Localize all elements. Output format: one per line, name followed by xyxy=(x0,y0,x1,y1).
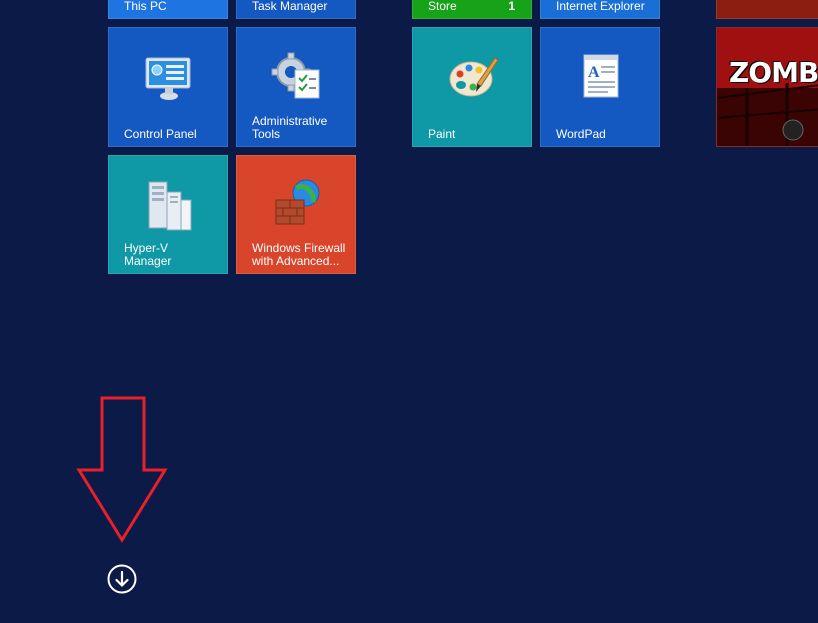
down-arrow-circle-icon xyxy=(107,564,137,594)
tile-label: Windows Firewall with Advanced... xyxy=(252,241,346,268)
all-apps-button[interactable] xyxy=(107,564,137,594)
tile-label: Paint xyxy=(428,127,456,141)
tile-this-pc[interactable]: This PC xyxy=(108,0,228,19)
start-screen: { "tiles": { "this_pc": {"label": "This … xyxy=(0,0,818,623)
tile-game-top[interactable] xyxy=(716,0,818,19)
tile-store[interactable]: Store 1 xyxy=(412,0,532,19)
tile-control-panel[interactable]: Control Panel xyxy=(108,27,228,147)
tile-label: WordPad xyxy=(556,127,606,141)
administrative-tools-icon xyxy=(271,52,320,99)
tile-label: This PC xyxy=(124,0,167,13)
zombie-logo-text: ZOMBI xyxy=(729,56,818,89)
tile-label: Task Manager xyxy=(252,0,328,13)
annotation-down-arrow xyxy=(76,396,168,543)
tile-internet-explorer[interactable]: Internet Explorer xyxy=(540,0,660,19)
tile-label: Control Panel xyxy=(124,127,197,141)
paint-palette-icon xyxy=(449,57,499,97)
tile-zombie-game[interactable]: ZOMBI xyxy=(716,27,818,147)
tile-wordpad[interactable]: A WordPad xyxy=(540,27,660,147)
tile-task-manager[interactable]: Task Manager xyxy=(236,0,356,19)
tile-windows-firewall[interactable]: Windows Firewall with Advanced... xyxy=(236,155,356,274)
tile-hyperv-manager[interactable]: Hyper-V Manager xyxy=(108,155,228,274)
wordpad-document-icon: A xyxy=(583,54,619,98)
tile-label: Hyper-V Manager xyxy=(124,241,172,268)
tile-paint[interactable]: Paint xyxy=(412,27,532,147)
tile-label: Internet Explorer xyxy=(556,0,645,13)
tile-label: Administrative Tools xyxy=(252,114,328,141)
control-panel-icon xyxy=(145,57,191,100)
firewall-icon xyxy=(275,179,320,225)
store-badge: 1 xyxy=(508,0,515,13)
tile-administrative-tools[interactable]: Administrative Tools xyxy=(236,27,356,147)
svg-text:A: A xyxy=(588,64,600,81)
hyperv-servers-icon xyxy=(148,181,192,231)
